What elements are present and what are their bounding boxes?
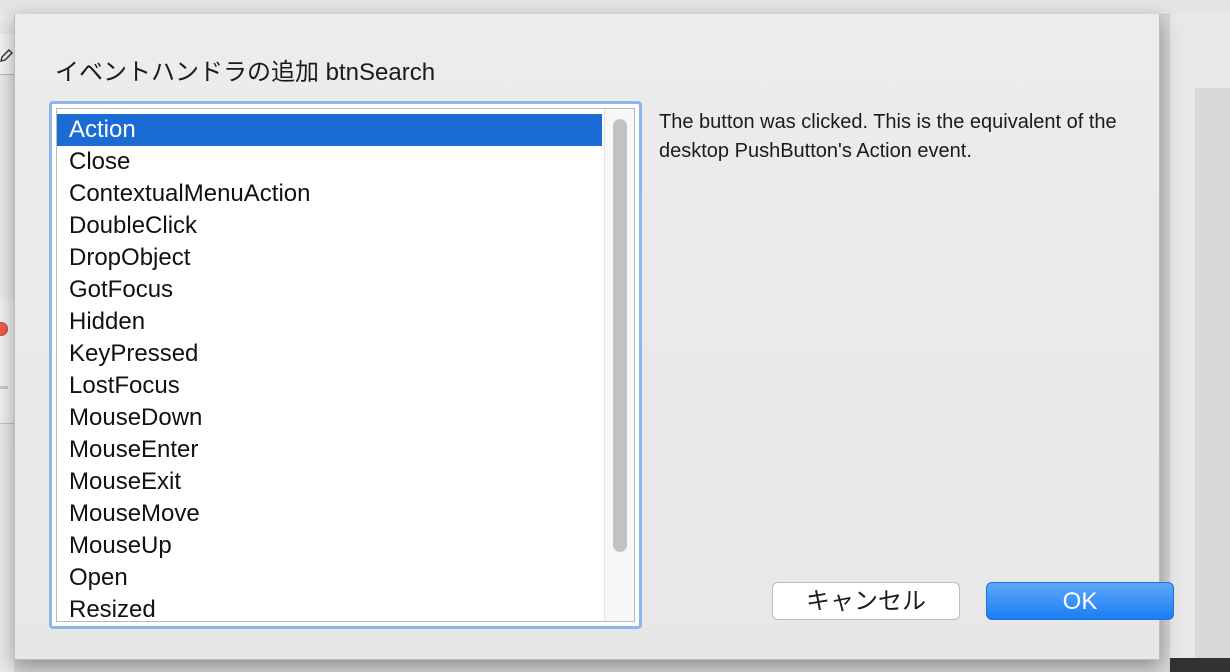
cancel-button[interactable]: キャンセル [772, 582, 960, 620]
event-list-item[interactable]: KeyPressed [57, 338, 602, 370]
background-bottom-bar [1170, 658, 1230, 672]
event-list-item[interactable]: MouseUp [57, 530, 602, 562]
event-list-item[interactable]: Close [57, 146, 602, 178]
background-window-left [0, 14, 15, 672]
background-panel [0, 299, 14, 424]
background-column [1195, 88, 1230, 672]
event-list-item[interactable]: MouseDown [57, 402, 602, 434]
add-event-handler-dialog: イベントハンドラの追加 btnSearch Action Close Context… [14, 14, 1174, 660]
event-list-scroll-thumb[interactable] [613, 119, 627, 552]
ok-button[interactable]: OK [986, 582, 1174, 620]
background-divider [0, 386, 8, 389]
background-window-right [1170, 14, 1230, 672]
pencil-icon [0, 34, 15, 75]
event-list-item[interactable]: DropObject [57, 242, 602, 274]
event-list-focus-ring: Action Close ContextualMenuAction DoubleCli… [49, 101, 642, 629]
event-description: The button was clicked. This is the equi… [659, 111, 1117, 162]
event-list-item[interactable]: Resized [57, 594, 602, 621]
event-list-item[interactable]: MouseExit [57, 466, 602, 498]
dialog-title: イベントハンドラの追加 btnSearch [55, 59, 436, 86]
event-list-item[interactable]: ContextualMenuAction [57, 178, 602, 210]
event-list-item[interactable]: GotFocus [57, 274, 602, 306]
event-list-item[interactable]: LostFocus [57, 370, 602, 402]
event-list-item[interactable]: Hidden [57, 306, 602, 338]
event-list-item[interactable]: MouseEnter [57, 434, 602, 466]
event-list[interactable]: Action Close ContextualMenuAction DoubleCli… [56, 108, 635, 622]
background-window-titlebar [0, 0, 1230, 15]
event-list-item[interactable]: Open [57, 562, 602, 594]
event-list-item[interactable]: DoubleClick [57, 210, 602, 242]
event-list-scrollbar[interactable] [604, 109, 634, 621]
event-list-item[interactable]: MouseMove [57, 498, 602, 530]
event-list-item[interactable]: Action [57, 114, 602, 146]
event-list-items: Action Close ContextualMenuAction DoubleCli… [57, 114, 602, 621]
